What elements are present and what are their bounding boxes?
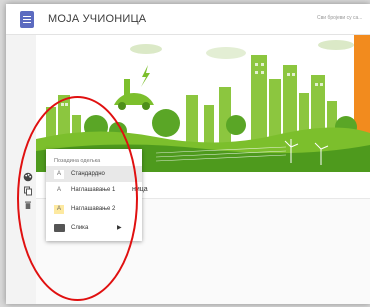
swatch-accent-2: A [54, 205, 64, 214]
chevron-right-icon: ▶ [117, 225, 122, 231]
menu-item-label: Слика [71, 225, 89, 231]
menu-item-label: Стандардно [71, 171, 105, 177]
menu-item-accent-1[interactable]: A Наглашавање 1 [46, 182, 142, 198]
section-background-menu: Позадина одељка A Стандардно A Наглашава… [46, 149, 142, 241]
menu-item-label: Наглашавање 1 [71, 187, 116, 193]
app-logo-icon[interactable] [20, 11, 34, 28]
menu-item-image[interactable]: Слика ▶ [46, 220, 142, 236]
page-title: МОЈА УЧИОНИЦА [48, 13, 147, 25]
header-hint: Сви бројеви су са... [317, 15, 363, 21]
top-bar: МОЈА УЧИОНИЦА Сви бројеви су са... [6, 4, 370, 35]
menu-item-standard[interactable]: A Стандардно [46, 166, 142, 182]
class-name-text: ница [132, 186, 148, 193]
palette-icon[interactable] [23, 172, 33, 182]
menu-item-accent-2[interactable]: A Наглашавање 2 [46, 201, 142, 217]
app-window: МОЈА УЧИОНИЦА Сви бројеви су са... Позад… [6, 4, 370, 304]
copy-icon[interactable] [23, 186, 33, 196]
menu-item-label: Наглашавање 2 [71, 206, 116, 212]
trash-icon[interactable] [23, 200, 33, 210]
swatch-standard: A [54, 170, 64, 179]
menu-header: Позадина одељка [54, 158, 101, 164]
swatch-accent-1: A [54, 186, 64, 195]
image-icon [54, 224, 65, 232]
